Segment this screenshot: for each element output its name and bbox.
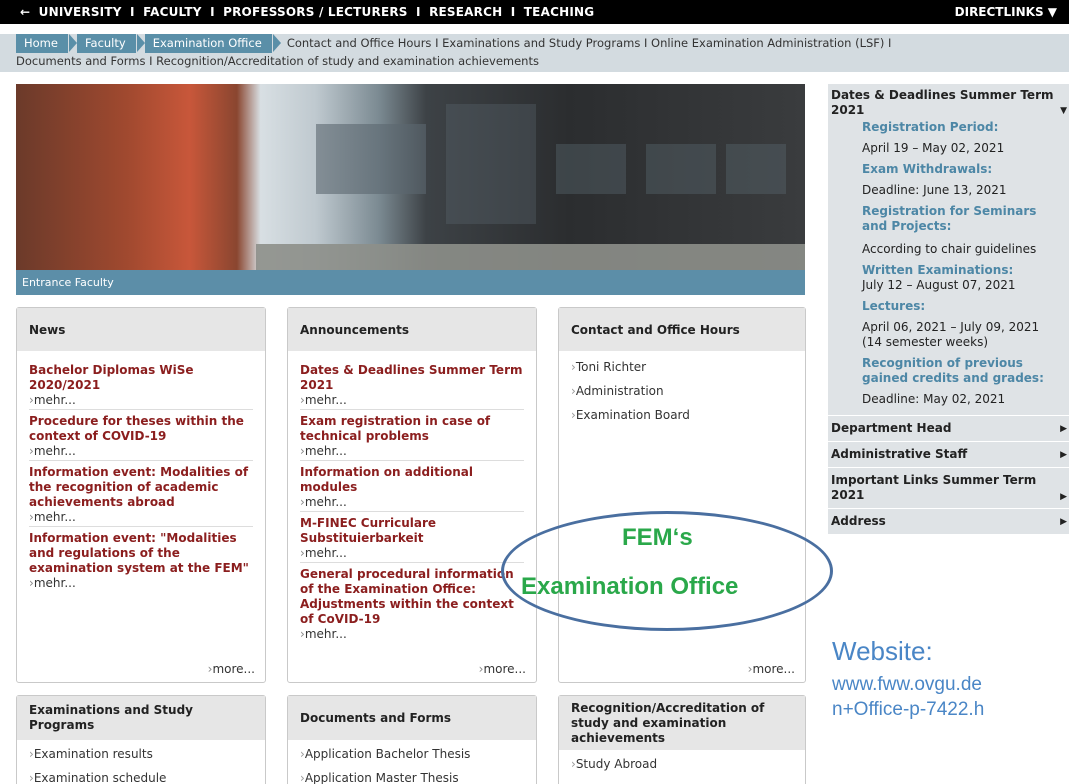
date-label: Lectures: [862,299,926,313]
recognition-link-study-abroad[interactable]: Study Abroad [571,752,793,776]
top-nav-teaching[interactable]: TEACHING [524,5,594,19]
section-label: Administrative Staff [831,447,968,461]
annotation-website-url-line1: www.fww.ovgu.de [832,674,982,695]
annotation-examination-office: Examination Office [521,573,739,600]
sidebar-section-address[interactable]: Address ▶ [828,508,1069,534]
announcements-box: Announcements Dates & Deadlines Summer T… [287,307,537,683]
date-label: Registration Period: [862,120,999,134]
breadcrumb-home[interactable]: Home [16,34,68,53]
breadcrumb-examination-office[interactable]: Examination Office [144,34,272,53]
top-nav-separator: I [416,5,421,19]
news-item-title[interactable]: Information event: "Modalities and regul… [29,531,253,576]
documents-title: Documents and Forms [288,696,536,740]
annotation-fem-title: FEM‘s [622,524,693,551]
triangle-right-icon: ▶ [1060,424,1067,434]
news-item-more-link[interactable]: mehr... [29,576,253,592]
date-label: Recognition of previous gained credits a… [862,356,1044,385]
date-label: Registration for Seminars and Projects: [862,204,1037,233]
recognition-title: Recognition/Accreditation of study and e… [559,696,805,750]
date-value: April 06, 2021 – July 09, 2021 (14 semes… [862,320,1040,349]
triangle-right-icon: ▶ [1060,492,1067,502]
top-navigation-bar: ← UNIVERSITY I FACULTY I PROFESSORS / LE… [0,0,1069,24]
announcement-item-more-link[interactable]: mehr... [300,444,524,461]
announcement-item-title[interactable]: Exam registration in case of technical p… [300,414,524,444]
exams-box: Examinations and Study Programs Examinat… [16,695,266,784]
chevron-right-icon [272,34,281,52]
date-label: Exam Withdrawals: [862,162,993,176]
documents-link-bachelor[interactable]: Application Bachelor Thesis [300,742,524,766]
dates-deadlines-toggle[interactable]: Dates & Deadlines Summer Term 2021 ▼ [828,84,1069,118]
sidebar-section-important-links[interactable]: Important Links Summer Term 2021 ▶ [828,467,1069,508]
chevron-right-icon [68,34,77,52]
exams-link-schedule[interactable]: Examination schedule [29,766,253,784]
top-nav-university[interactable]: UNIVERSITY [39,5,122,19]
hero-caption: Entrance Faculty [16,270,805,295]
announcement-item-title[interactable]: General procedural information of the Ex… [300,567,524,627]
contact-more-link[interactable]: more... [748,662,795,676]
news-item-title[interactable]: Bachelor Diplomas WiSe 2020/2021 [29,363,253,393]
sub-navigation: Home Faculty Examination Office Contact and… [0,34,1069,72]
top-nav-separator: I [210,5,215,19]
nav-links-line2[interactable]: Documents and Forms I Recognition/Accred… [16,53,539,70]
announcement-item-title[interactable]: Information on additional modules [300,465,524,495]
exams-title: Examinations and Study Programs [17,696,265,740]
news-item-title[interactable]: Information event: Modalities of the rec… [29,465,253,510]
news-item-more-link[interactable]: mehr... [29,393,253,410]
chevron-right-icon [136,34,145,52]
announcements-more-link[interactable]: more... [479,662,526,676]
nav-links-line1[interactable]: Contact and Office Hours I Examinations … [287,34,892,53]
triangle-right-icon: ▶ [1060,450,1067,460]
news-more-link[interactable]: more... [208,662,255,676]
date-value: Deadline: May 02, 2021 [862,392,1006,406]
sidebar-section-administrative-staff[interactable]: Administrative Staff ▶ [828,441,1069,467]
date-value: According to chair guidelines [862,242,1037,256]
top-nav-links: ← UNIVERSITY I FACULTY I PROFESSORS / LE… [20,5,598,19]
top-nav-separator: I [510,5,516,19]
announcement-item-more-link[interactable]: mehr... [300,546,524,563]
top-nav-separator: I [130,5,135,19]
announcements-title: Announcements [288,308,536,351]
date-value: Deadline: June 13, 2021 [862,183,1007,197]
documents-link-master[interactable]: Application Master Thesis [300,766,524,784]
contact-title: Contact and Office Hours [559,308,805,351]
section-label: Important Links Summer Term 2021 [831,473,1037,502]
announcement-item-more-link[interactable]: mehr... [300,627,524,643]
announcement-item-title[interactable]: M-FINEC Curriculare Substituierbarkeit [300,516,524,546]
triangle-down-icon: ▼ [1060,106,1067,116]
section-label: Address [831,514,886,528]
news-box: News Bachelor Diplomas WiSe 2020/2021 me… [16,307,266,683]
date-value: April 19 – May 02, 2021 [862,141,1005,155]
announcement-item-title[interactable]: Dates & Deadlines Summer Term 2021 [300,363,524,393]
announcement-item-more-link[interactable]: mehr... [300,495,524,512]
news-item-more-link[interactable]: mehr... [29,444,253,461]
hero-image-faculty-entrance [16,84,805,270]
triangle-right-icon: ▶ [1060,517,1067,527]
top-nav-research[interactable]: RESEARCH [429,5,502,19]
date-label: Written Examinations: [862,263,1014,277]
annotation-website-url-line2: n+Office-p-7422.h [832,699,985,720]
back-arrow-icon[interactable]: ← [20,5,30,19]
breadcrumb-faculty[interactable]: Faculty [76,34,136,53]
documents-box: Documents and Forms Application Bachelor… [287,695,537,784]
news-item-more-link[interactable]: mehr... [29,510,253,527]
sidebar: Dates & Deadlines Summer Term 2021 ▼ Reg… [828,84,1069,582]
directlinks-dropdown[interactable]: DIRECTLINKS ▼ [955,5,1057,19]
exams-link-results[interactable]: Examination results [29,742,253,766]
dates-deadlines-panel: Dates & Deadlines Summer Term 2021 ▼ Reg… [828,84,1069,415]
sidebar-section-department-head[interactable]: Department Head ▶ [828,415,1069,441]
section-label: Department Head [831,421,952,435]
announcement-item-more-link[interactable]: mehr... [300,393,524,410]
date-value: July 12 – August 07, 2021 [862,278,1016,292]
recognition-box: Recognition/Accreditation of study and e… [558,695,806,784]
news-title: News [17,308,265,351]
news-item-title[interactable]: Procedure for theses within the context … [29,414,253,444]
contact-link-examination-board[interactable]: Examination Board [571,403,793,427]
annotation-website-label: Website: [832,636,933,666]
contact-link-toni-richter[interactable]: Toni Richter [571,355,793,379]
dates-deadlines-title: Dates & Deadlines Summer Term 2021 [831,88,1054,117]
top-nav-professors[interactable]: PROFESSORS / LECTURERS [223,5,408,19]
top-nav-faculty[interactable]: FACULTY [143,5,202,19]
contact-link-administration[interactable]: Administration [571,379,793,403]
